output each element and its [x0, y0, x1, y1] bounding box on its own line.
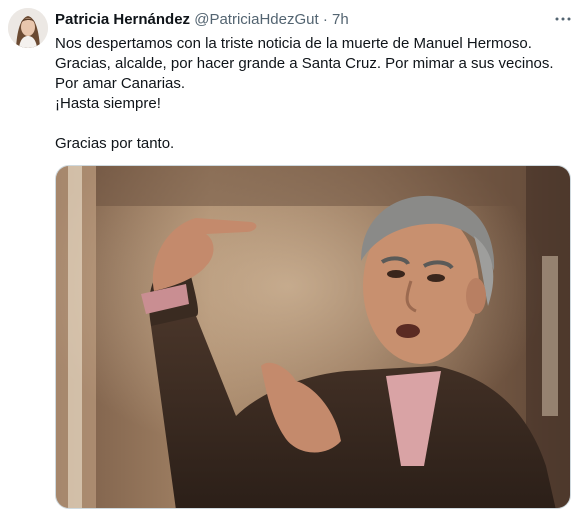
tweet-text-line: ¡Hasta siempre!: [55, 95, 161, 112]
tweet-header: Patricia Hernández @PatriciaHdezGut · 7h: [55, 10, 546, 30]
more-horizontal-icon: [555, 17, 571, 21]
author-avatar[interactable]: [8, 8, 48, 48]
tweet-text: Nos despertamos con la triste noticia de…: [55, 34, 575, 154]
author-handle[interactable]: @PatriciaHdezGut: [194, 11, 318, 28]
tweet-text-line: Por amar Canarias.: [55, 75, 186, 92]
separator-dot: ·: [322, 11, 328, 28]
author-name[interactable]: Patricia Hernández: [55, 11, 190, 28]
tweet-text-line: Nos despertamos con la triste noticia de…: [55, 35, 532, 52]
tweet-photo[interactable]: [55, 165, 571, 509]
avatar-image: [8, 8, 48, 48]
tweet-text-line: Gracias, alcalde, por hacer grande a San…: [55, 55, 554, 72]
tweet-text-line: Gracias por tanto.: [55, 135, 175, 152]
photo-image: [56, 166, 570, 508]
more-options-button[interactable]: [552, 10, 574, 30]
tweet-timestamp[interactable]: 7h: [332, 11, 349, 28]
